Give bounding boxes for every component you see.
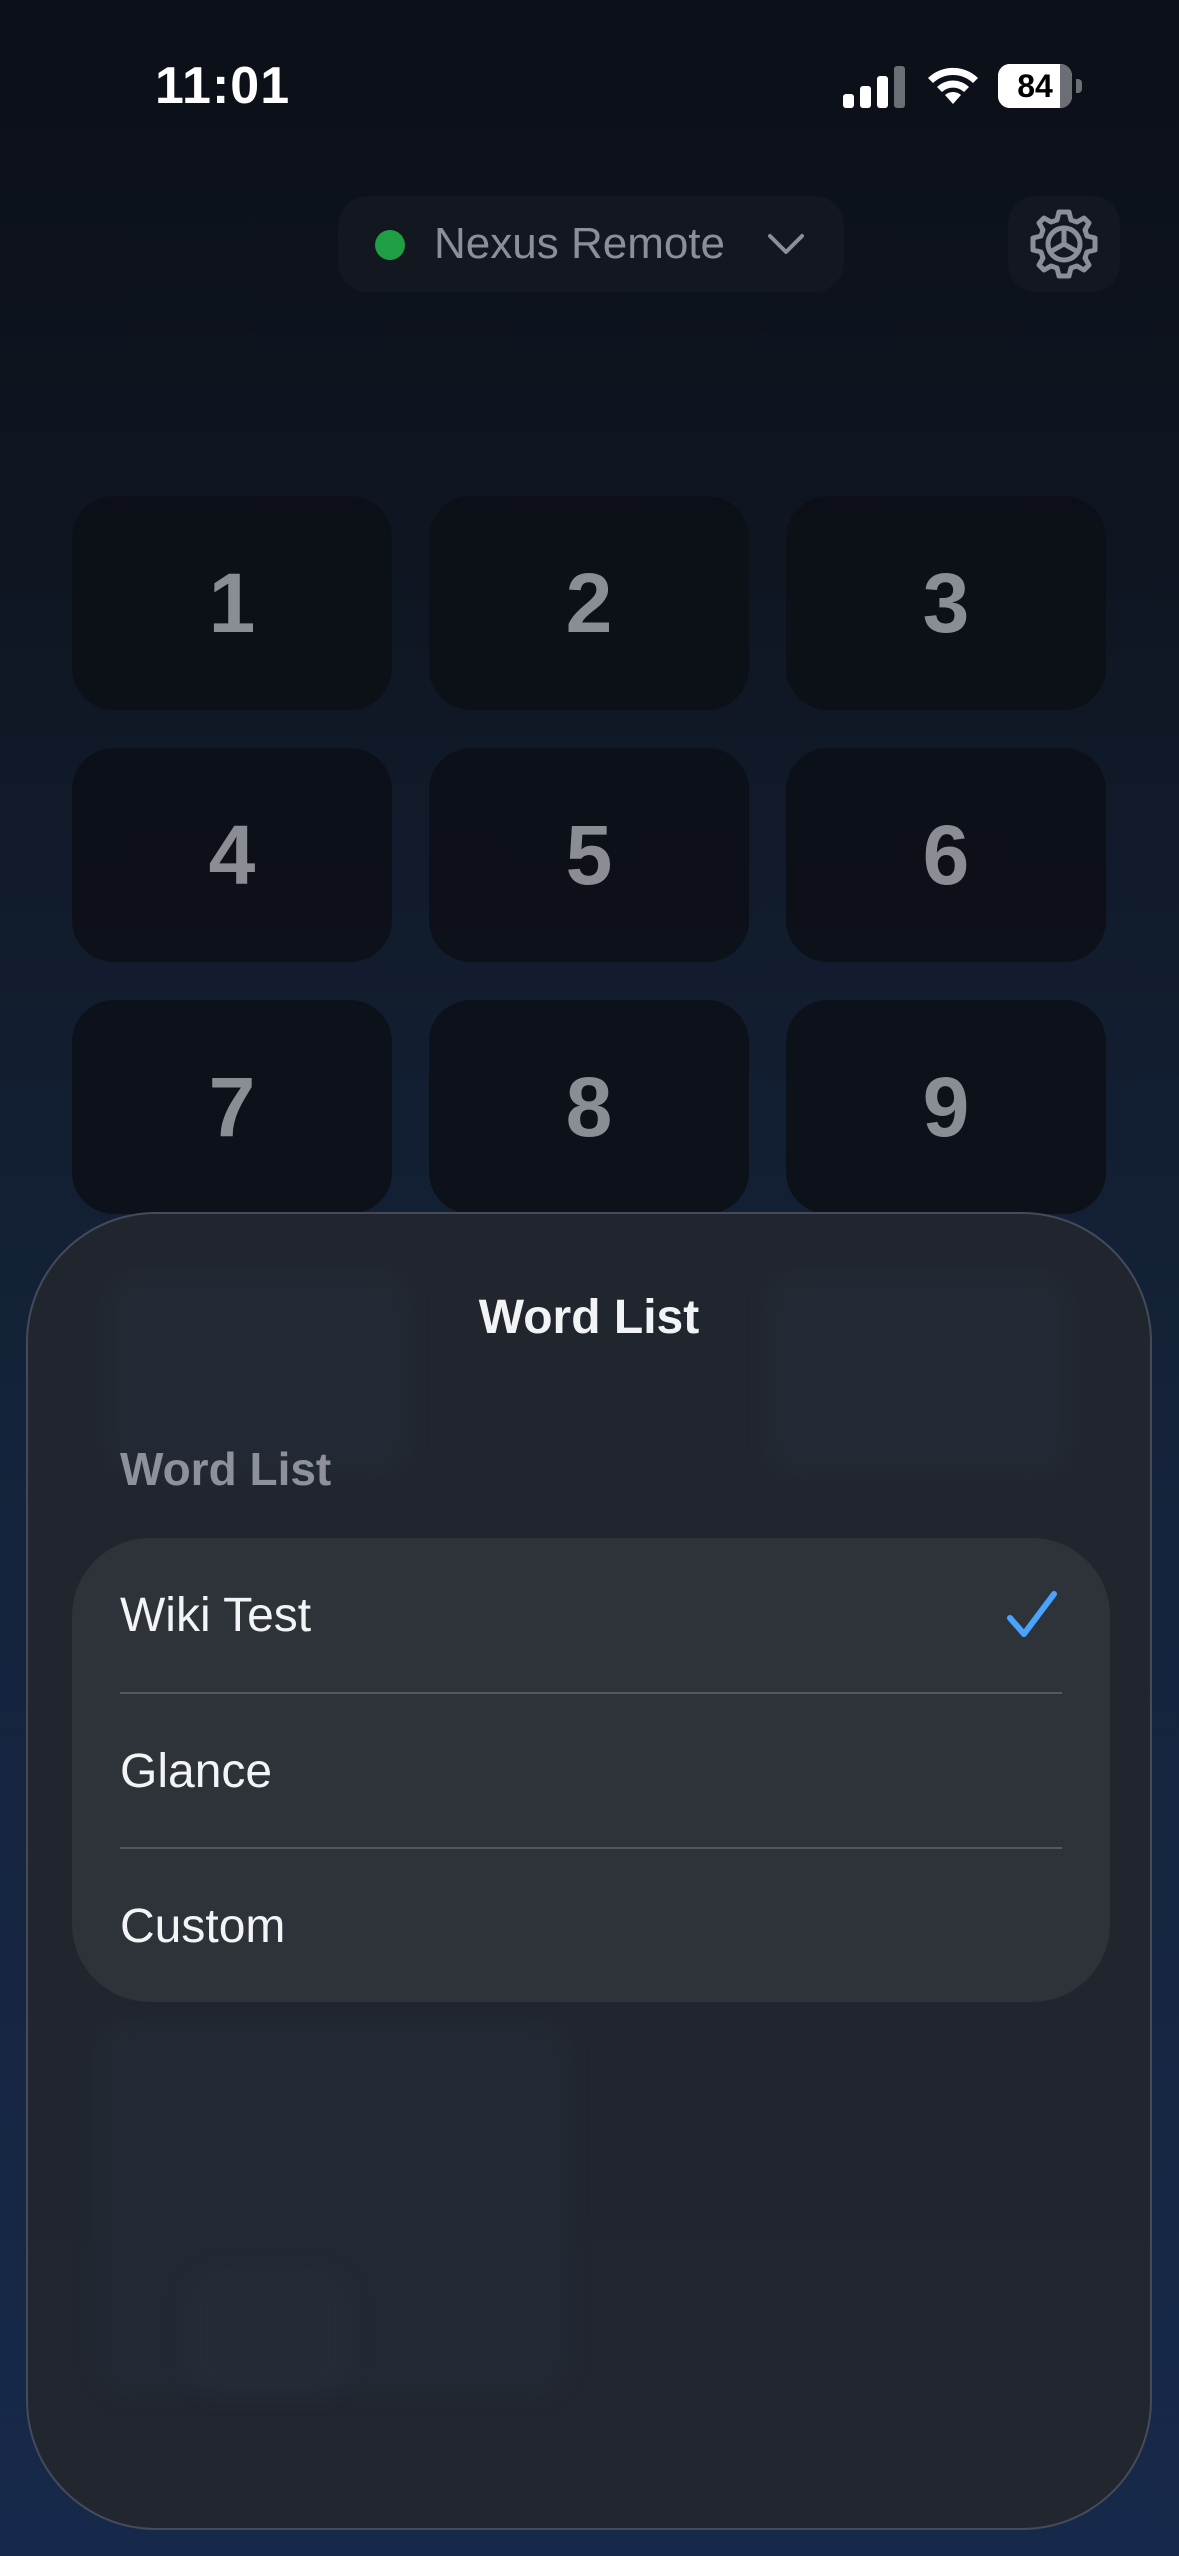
battery-cap <box>1076 79 1082 93</box>
battery-body: 84 <box>998 64 1072 108</box>
connection-status-dot <box>375 230 405 260</box>
checkmark-icon <box>1007 1591 1057 1637</box>
option-glance[interactable]: Glance <box>72 1694 1110 1849</box>
key-label: 9 <box>922 1059 970 1154</box>
status-time: 11:01 <box>155 57 291 115</box>
section-header: Word List <box>120 1443 332 1495</box>
word-list-options: Wiki Test Glance Custom <box>72 1538 1110 2002</box>
option-wiki-test[interactable]: Wiki Test <box>72 1538 1110 1693</box>
key-2[interactable]: 2 <box>429 496 749 710</box>
key-label: 5 <box>565 807 613 902</box>
key-label: 4 <box>208 807 256 902</box>
key-label: 8 <box>565 1059 613 1154</box>
status-bar: 11:01 84 <box>0 0 1179 170</box>
wifi-icon <box>928 67 978 104</box>
option-label: Glance <box>120 1745 273 1798</box>
blurred-background <box>188 2274 348 2394</box>
key-8[interactable]: 8 <box>429 1000 749 1214</box>
sheet-title: Word List <box>478 1291 700 1344</box>
key-4[interactable]: 4 <box>72 748 392 962</box>
battery-indicator: 84 <box>998 64 1082 108</box>
device-name: Nexus Remote <box>434 219 726 268</box>
word-list-sheet: Word List Word List Wiki Test Glance Cus… <box>26 1212 1152 2530</box>
chevron-down-icon <box>768 234 804 254</box>
key-label: 7 <box>208 1059 256 1154</box>
key-label: 2 <box>565 555 613 650</box>
key-7[interactable]: 7 <box>72 1000 392 1214</box>
cellular-signal-icon <box>843 66 905 108</box>
key-3[interactable]: 3 <box>786 496 1106 710</box>
key-label: 3 <box>922 555 970 650</box>
option-label: Wiki Test <box>120 1589 312 1642</box>
key-label: 6 <box>922 807 970 902</box>
battery-level: 84 <box>1017 68 1053 104</box>
option-custom[interactable]: Custom <box>72 1849 1110 2002</box>
device-selector[interactable]: Nexus Remote <box>338 196 844 292</box>
key-6[interactable]: 6 <box>786 748 1106 962</box>
settings-button[interactable] <box>1008 196 1120 292</box>
option-label: Custom <box>120 1900 286 1953</box>
key-label: 1 <box>208 555 256 650</box>
gear-icon <box>1030 209 1098 279</box>
key-9[interactable]: 9 <box>786 1000 1106 1214</box>
key-1[interactable]: 1 <box>72 496 392 710</box>
key-5[interactable]: 5 <box>429 748 749 962</box>
